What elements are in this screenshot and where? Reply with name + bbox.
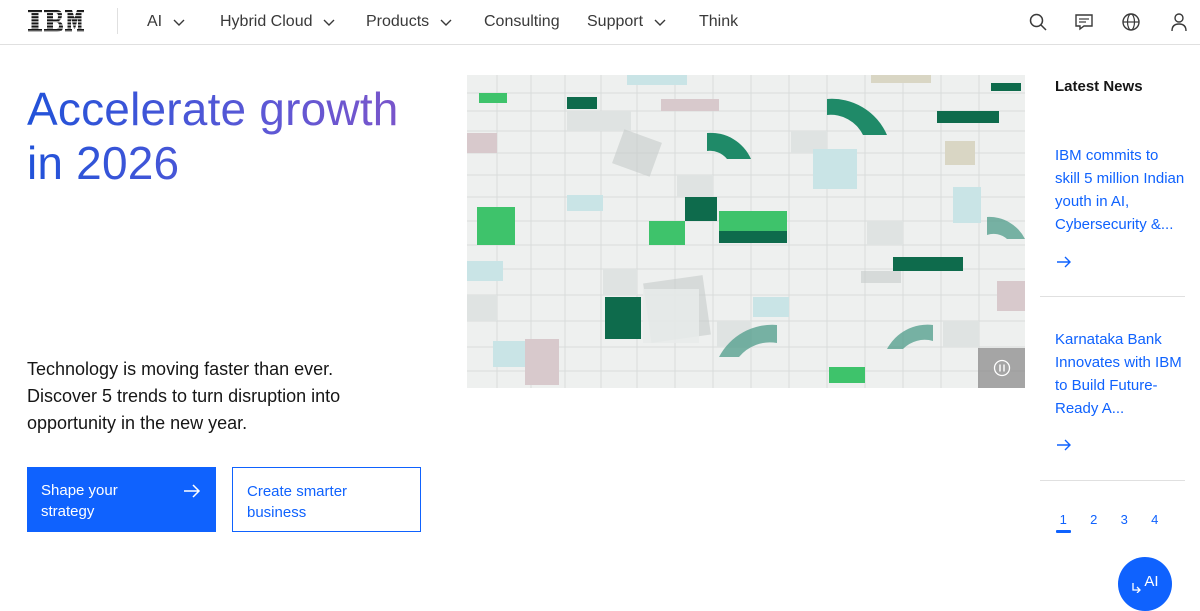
nav-consulting[interactable]: Consulting: [484, 0, 560, 44]
nav-products-label: Products: [366, 13, 430, 30]
hero-image: [467, 75, 1025, 388]
chevron-down-icon: [440, 19, 452, 26]
arrow-right-icon: [184, 484, 201, 498]
arrow-right-icon: [1057, 256, 1071, 268]
ibm-logo[interactable]: [28, 10, 84, 32]
news-pagination: 1 2 3 4: [1048, 512, 1170, 533]
arrow-right-icon: [1057, 439, 1071, 451]
nav-think-label: Think: [699, 13, 739, 30]
user-icon[interactable]: [1165, 8, 1193, 36]
chevron-down-icon: [654, 19, 666, 26]
nav-hybrid-cloud[interactable]: Hybrid Cloud: [220, 0, 336, 44]
page-1[interactable]: 1: [1048, 512, 1079, 533]
search-icon[interactable]: [1024, 8, 1052, 36]
news-divider: [1040, 296, 1185, 297]
ai-button-label: AI: [1144, 572, 1159, 590]
hero-description: Technology is moving faster than ever. D…: [27, 359, 341, 433]
page-3[interactable]: 3: [1109, 512, 1140, 533]
news-item-text: IBM commits to skill 5 million Indian yo…: [1055, 147, 1185, 233]
shape-strategy-label: Shape your strategy: [41, 482, 118, 520]
nav-products[interactable]: Products: [366, 0, 453, 44]
create-smarter-business-button[interactable]: Create smarter business: [232, 467, 421, 532]
nav-consulting-label: Consulting: [484, 13, 560, 30]
nav-ai-label: AI: [147, 13, 163, 30]
latest-news-heading: Latest News: [1055, 78, 1143, 95]
nav-support-label: Support: [587, 13, 644, 30]
nav-divider: [117, 8, 118, 34]
nav-think[interactable]: Think: [699, 0, 738, 44]
news-divider: [1040, 480, 1185, 481]
chevron-down-icon: [323, 19, 335, 26]
nav-support[interactable]: Support: [587, 0, 667, 44]
create-smarter-business-label: Create smarter business: [247, 483, 348, 521]
hero-title: Accelerate growth in 2026: [27, 82, 447, 190]
globe-icon[interactable]: [1117, 8, 1145, 36]
nav-hybrid-cloud-label: Hybrid Cloud: [220, 13, 313, 30]
chevron-down-icon: [173, 19, 185, 26]
page-2[interactable]: 2: [1079, 512, 1110, 533]
page-4[interactable]: 4: [1140, 512, 1171, 533]
chat-icon[interactable]: [1070, 8, 1098, 36]
ai-assistant-button[interactable]: AI: [1118, 557, 1172, 611]
pause-button[interactable]: [978, 348, 1025, 388]
news-item[interactable]: Karnataka Bank Innovates with IBM to Bui…: [1040, 328, 1200, 451]
tile-mosaic-image: [467, 75, 1025, 388]
news-item[interactable]: IBM commits to skill 5 million Indian yo…: [1040, 144, 1200, 268]
nav-ai[interactable]: AI: [147, 0, 186, 44]
pause-icon: [993, 359, 1010, 377]
chat-arrow-icon: [1132, 583, 1142, 593]
top-navigation: AI Hybrid Cloud Products Consulting Supp…: [0, 0, 1200, 45]
news-item-text: Karnataka Bank Innovates with IBM to Bui…: [1055, 331, 1182, 417]
shape-strategy-button[interactable]: Shape your strategy: [27, 467, 216, 532]
